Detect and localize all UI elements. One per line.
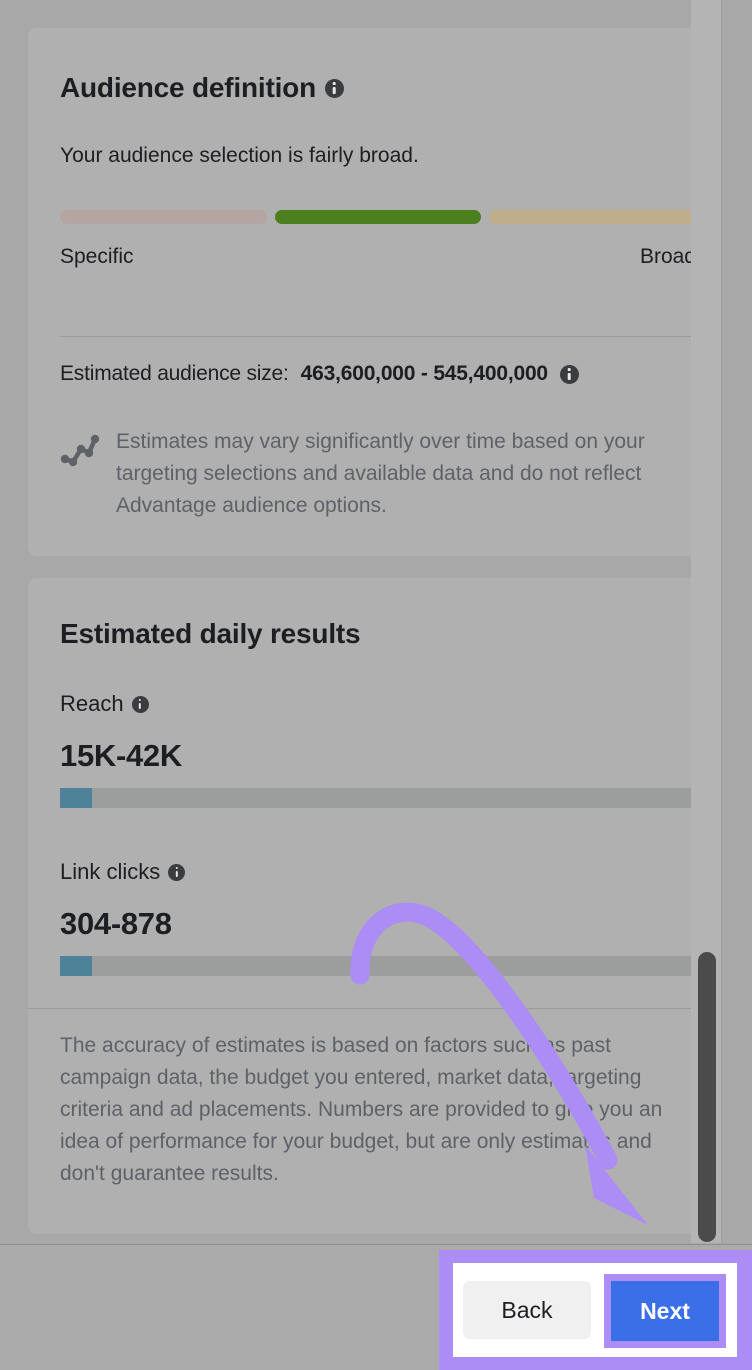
estimated-audience-size-info-icon[interactable] [559,364,579,384]
scrollable-content-panel: Audience definition Your audience select… [0,0,722,1243]
audience-card-divider [60,336,696,337]
meter-segment-middle-active [274,210,482,224]
link-clicks-metric-label: Link clicks [60,859,186,885]
estimated-daily-results-title-text: Estimated daily results [60,618,361,649]
audience-definition-card: Audience definition Your audience select… [28,28,721,556]
audience-definition-info-icon[interactable] [324,78,344,98]
link-clicks-metric-bar [60,956,696,976]
reach-metric-bar-fill [60,788,92,808]
estimated-daily-results-title: Estimated daily results [60,618,361,650]
ads-audience-estimate-panel: Audience definition Your audience select… [0,0,752,1370]
vertical-scrollbar-track[interactable] [691,0,721,1243]
link-clicks-metric-value: 304-878 [60,906,172,941]
meter-segment-specific [60,210,267,224]
audience-breadth-meter [60,210,697,224]
results-card-divider [28,1008,721,1009]
reach-metric-bar [60,788,696,808]
trend-line-icon [60,432,100,468]
meter-segment-broad [489,210,697,224]
reach-metric-value: 15K-42K [60,738,182,773]
estimated-audience-size-value: 463,600,000 - 545,400,000 [300,362,548,385]
estimated-audience-size-row: Estimated audience size: 463,600,000 - 5… [60,362,579,386]
reach-label-text: Reach [60,691,124,716]
meter-label-specific: Specific [60,245,134,268]
audience-summary-text: Your audience selection is fairly broad. [60,144,419,167]
estimate-variance-note-text: Estimates may vary significantly over ti… [116,430,645,517]
estimated-daily-results-card: Estimated daily results Reach 15K-42K Li… [28,578,721,1234]
link-clicks-label-text: Link clicks [60,859,161,884]
estimates-accuracy-disclaimer: The accuracy of estimates is based on fa… [60,1034,663,1185]
next-button[interactable]: Next [611,1281,719,1341]
audience-definition-title-text: Audience definition [60,72,316,103]
vertical-scrollbar-thumb[interactable] [698,952,716,1242]
meter-scale-labels: Specific Broad [60,245,696,269]
reach-info-icon[interactable] [131,695,149,713]
estimate-variance-note: Estimates may vary significantly over ti… [60,426,696,522]
meter-label-broad: Broad [639,245,696,268]
estimated-audience-size-label: Estimated audience size: [60,362,289,385]
reach-metric-label: Reach [60,691,149,717]
back-button[interactable]: Back [463,1281,591,1339]
link-clicks-metric-bar-fill [60,956,92,976]
link-clicks-info-icon[interactable] [168,863,186,881]
audience-definition-title: Audience definition [60,72,344,104]
